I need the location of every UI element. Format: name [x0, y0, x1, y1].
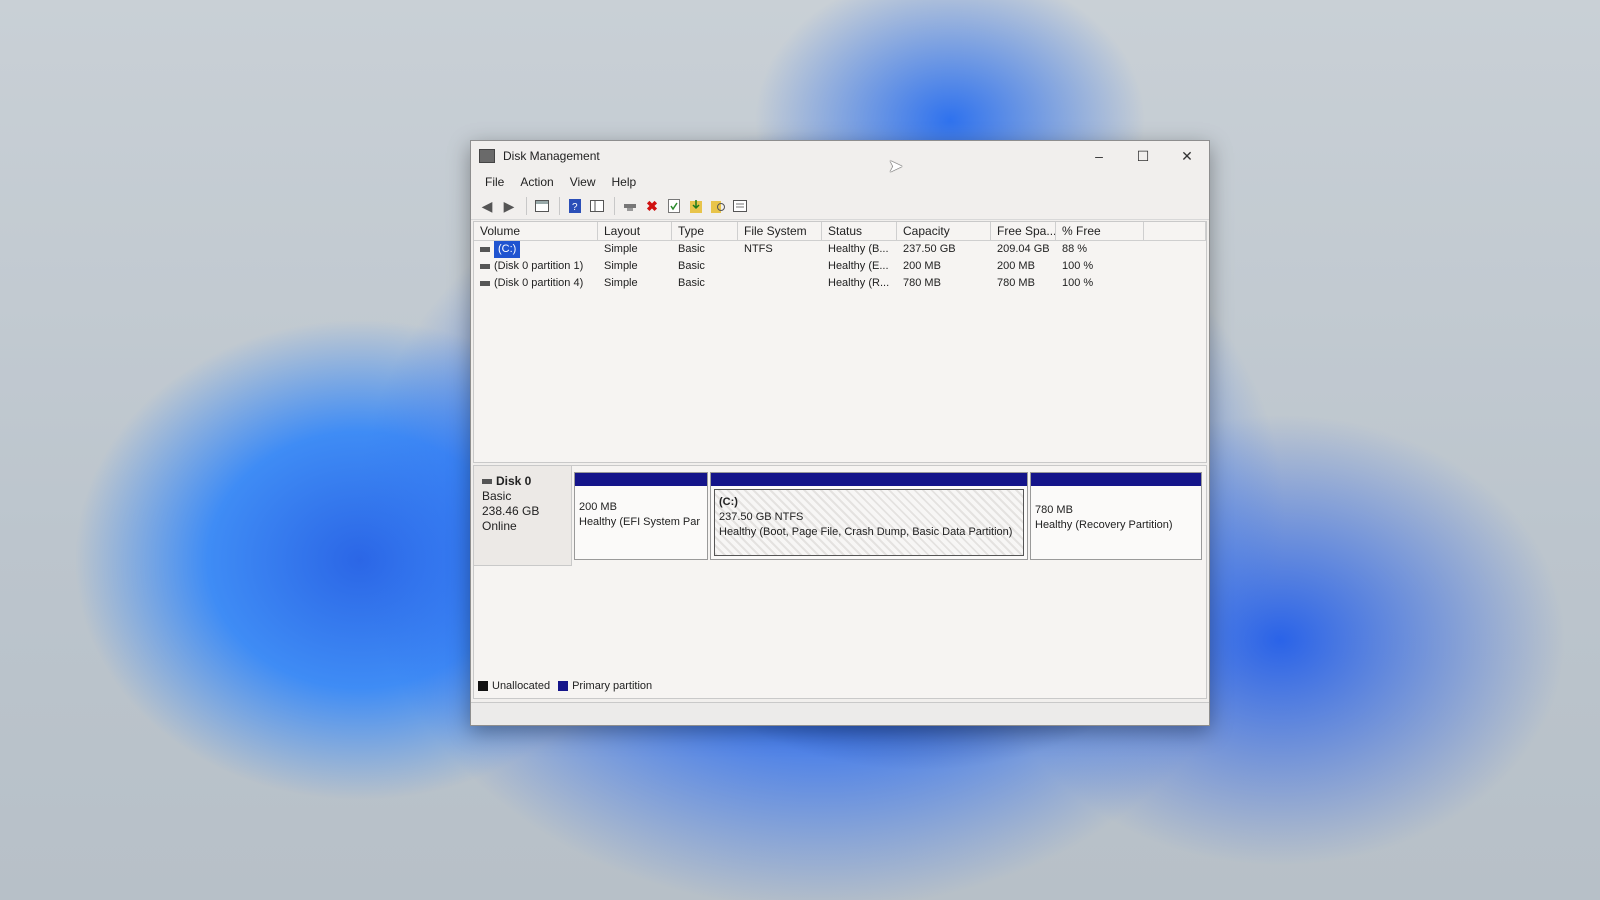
- volume-name: (Disk 0 partition 1): [494, 260, 584, 272]
- free-space-cell: 209.04 GB: [997, 243, 1050, 255]
- layout-cell: Simple: [604, 277, 638, 289]
- delete-icon[interactable]: ✖: [642, 196, 662, 216]
- status-cell: Healthy (E...: [828, 260, 889, 272]
- partition-efi[interactable]: 200 MB Healthy (EFI System Par: [574, 472, 708, 560]
- forward-icon[interactable]: ▶: [499, 196, 519, 216]
- disk-size: 238.46 GB: [482, 504, 540, 518]
- partition-label: (C:): [719, 496, 738, 508]
- partition-status: Healthy (Recovery Partition): [1035, 519, 1173, 531]
- type-cell: Basic: [678, 243, 705, 255]
- toolbar: ◀ ▶ ? ✖: [471, 193, 1209, 220]
- file-system-cell: [738, 275, 822, 292]
- help-icon[interactable]: ?: [565, 196, 585, 216]
- check-icon[interactable]: [664, 196, 684, 216]
- status-cell: Healthy (R...: [828, 277, 890, 289]
- minimize-button[interactable]: –: [1077, 141, 1121, 171]
- view-icon[interactable]: [587, 196, 607, 216]
- column-layout[interactable]: Layout: [598, 222, 672, 240]
- disk-graphical-view[interactable]: Disk 0 Basic 238.46 GB Online 200 MB Hea…: [473, 465, 1207, 699]
- legend-unallocated: Unallocated: [492, 680, 551, 692]
- legend-primary-partition: Primary partition: [572, 680, 653, 692]
- toolbar-separator: [614, 197, 615, 215]
- legend: Unallocated Primary partition: [478, 680, 652, 692]
- column-free-space[interactable]: Free Spa...: [991, 222, 1056, 240]
- rescan-icon[interactable]: [708, 196, 728, 216]
- volume-list-header: Volume Layout Type File System Status Ca…: [474, 222, 1206, 241]
- drive-icon: [480, 247, 490, 252]
- column-empty: [1144, 222, 1206, 240]
- disk-info[interactable]: Disk 0 Basic 238.46 GB Online: [474, 466, 572, 566]
- file-system-cell: [738, 258, 822, 275]
- partition-c[interactable]: (C:) 237.50 GB NTFS Healthy (Boot, Page …: [710, 472, 1028, 560]
- partition-size: 780 MB: [1035, 504, 1073, 516]
- back-icon[interactable]: ◀: [477, 196, 497, 216]
- drive-icon: [480, 264, 490, 269]
- menu-file[interactable]: File: [477, 175, 512, 189]
- properties-icon[interactable]: [730, 196, 750, 216]
- disk-type: Basic: [482, 489, 512, 503]
- menu-bar: File Action View Help: [471, 171, 1209, 193]
- column-file-system[interactable]: File System: [738, 222, 822, 240]
- primary-partition-bar: [1031, 473, 1201, 486]
- volume-name: (Disk 0 partition 4): [494, 277, 584, 289]
- column-percent-free[interactable]: % Free: [1056, 222, 1144, 240]
- column-capacity[interactable]: Capacity: [897, 222, 991, 240]
- partition-status: Healthy (Boot, Page File, Crash Dump, Ba…: [719, 526, 1013, 538]
- file-system-cell: NTFS: [744, 243, 773, 255]
- type-cell: Basic: [678, 260, 705, 272]
- primary-partition-swatch: [558, 681, 569, 691]
- column-volume[interactable]: Volume: [474, 222, 598, 240]
- table-row[interactable]: (Disk 0 partition 1) Simple Basic Health…: [474, 258, 1206, 275]
- free-space-cell: 200 MB: [997, 260, 1035, 272]
- mouse-pointer-icon: ➤: [888, 156, 904, 176]
- volume-list[interactable]: Volume Layout Type File System Status Ca…: [473, 221, 1207, 463]
- percent-free-cell: 100 %: [1062, 277, 1094, 289]
- type-cell: Basic: [678, 277, 705, 289]
- unallocated-swatch: [478, 681, 488, 691]
- capacity-cell: 200 MB: [903, 260, 941, 272]
- percent-free-cell: 100 %: [1062, 260, 1094, 272]
- svg-text:?: ?: [572, 202, 578, 213]
- import-icon[interactable]: [686, 196, 706, 216]
- connect-icon[interactable]: [620, 196, 640, 216]
- disk-icon: [482, 479, 492, 484]
- column-type[interactable]: Type: [672, 222, 738, 240]
- disk-management-window: Disk Management – ☐ ✕ File Action View H…: [470, 140, 1210, 726]
- menu-help[interactable]: Help: [604, 175, 645, 189]
- volume-name: (C:): [494, 241, 521, 258]
- disk-management-icon: [479, 149, 495, 163]
- toolbar-separator: [559, 197, 560, 215]
- title-bar[interactable]: Disk Management – ☐ ✕: [471, 141, 1209, 171]
- status-bar: [471, 702, 1209, 725]
- menu-view[interactable]: View: [562, 175, 604, 189]
- console-tree-icon[interactable]: [532, 196, 552, 216]
- maximize-button[interactable]: ☐: [1121, 141, 1165, 171]
- partition-size: 237.50 GB NTFS: [719, 511, 804, 523]
- table-row[interactable]: (C:) Simple Basic NTFS Healthy (B... 237…: [474, 241, 1206, 258]
- free-space-cell: 780 MB: [997, 277, 1035, 289]
- primary-partition-bar: [575, 473, 707, 486]
- layout-cell: Simple: [604, 243, 638, 255]
- table-row[interactable]: (Disk 0 partition 4) Simple Basic Health…: [474, 275, 1206, 292]
- partition-recovery[interactable]: 780 MB Healthy (Recovery Partition): [1030, 472, 1202, 560]
- status-cell: Healthy (B...: [828, 243, 889, 255]
- percent-free-cell: 88 %: [1062, 243, 1088, 255]
- capacity-cell: 237.50 GB: [903, 243, 956, 255]
- column-status[interactable]: Status: [822, 222, 897, 240]
- window-title: Disk Management: [503, 149, 600, 163]
- menu-action[interactable]: Action: [512, 175, 561, 189]
- disk-state: Online: [482, 519, 517, 533]
- capacity-cell: 780 MB: [903, 277, 941, 289]
- primary-partition-bar: [711, 473, 1027, 486]
- toolbar-separator: [526, 197, 527, 215]
- partition-size: 200 MB: [579, 501, 617, 513]
- drive-icon: [480, 281, 490, 286]
- partition-status: Healthy (EFI System Par: [579, 516, 701, 528]
- layout-cell: Simple: [604, 260, 638, 272]
- disk-name: Disk 0: [496, 474, 532, 488]
- close-button[interactable]: ✕: [1165, 141, 1209, 171]
